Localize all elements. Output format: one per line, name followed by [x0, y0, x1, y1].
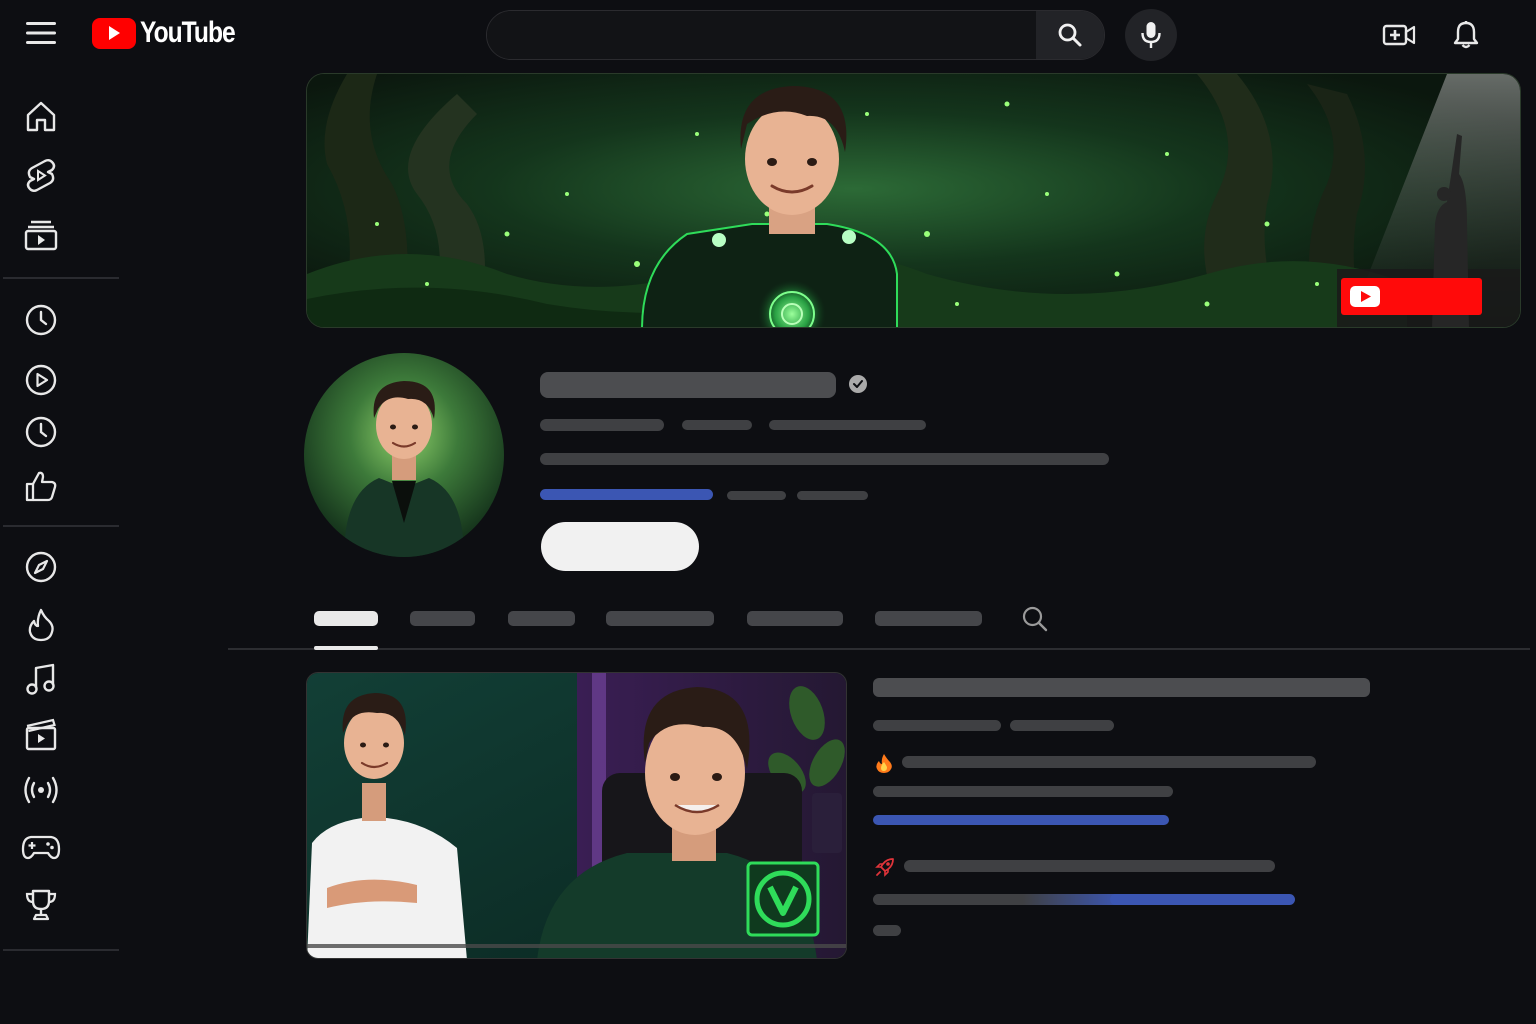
- avatar-art: [304, 353, 504, 557]
- tab-home[interactable]: [314, 611, 378, 626]
- sidebar-divider: [3, 277, 119, 279]
- banner-art: [307, 74, 1520, 327]
- gaming-icon: [21, 835, 61, 860]
- live-icon: [24, 776, 58, 804]
- create-video-icon: [1382, 24, 1416, 46]
- channel-name-placeholder: [540, 372, 836, 398]
- sidebar-item-watch-later[interactable]: [14, 410, 68, 454]
- menu-button[interactable]: [22, 16, 60, 50]
- tabs-divider: [228, 648, 1530, 650]
- read-more-placeholder[interactable]: [873, 925, 901, 936]
- sidebar-item-home[interactable]: [14, 94, 68, 138]
- sidebar-item-shorts[interactable]: [14, 154, 68, 198]
- sidebar-item-your-videos[interactable]: [14, 358, 68, 402]
- subscriptions-icon: [24, 220, 58, 251]
- sidebar-item-sports[interactable]: [14, 883, 68, 927]
- sidebar-item-movies[interactable]: [14, 712, 68, 756]
- sidebar-item-trending[interactable]: [14, 603, 68, 647]
- channel-link-placeholder[interactable]: [540, 489, 713, 500]
- search-button[interactable]: [1036, 11, 1104, 59]
- description-link-placeholder[interactable]: [1110, 894, 1295, 905]
- your-videos-icon: [25, 364, 57, 396]
- trending-icon: [28, 608, 54, 642]
- verified-check-icon: [853, 380, 863, 388]
- more-links-placeholder: [797, 491, 868, 500]
- youtube-logo-icon: [92, 17, 136, 49]
- tab-playlists[interactable]: [747, 611, 843, 626]
- movies-icon: [25, 718, 57, 751]
- top-bar: YouTube: [0, 0, 1536, 68]
- sidebar-divider: [3, 949, 119, 951]
- youtube-logo[interactable]: YouTube: [92, 16, 255, 50]
- sidebar-divider: [3, 525, 119, 527]
- fire-emoji: 🔥: [873, 752, 895, 774]
- logo-text: YouTube: [140, 16, 236, 49]
- music-icon: [26, 663, 55, 695]
- fire-icon: [876, 754, 892, 773]
- channel-description-placeholder[interactable]: [540, 453, 1109, 465]
- explore-icon: [25, 551, 57, 583]
- search-icon: [1022, 606, 1048, 632]
- subscribe-button[interactable]: [541, 522, 699, 571]
- description-link-placeholder[interactable]: [873, 815, 1169, 825]
- description-line-placeholder: [902, 756, 1316, 768]
- trophy-icon: [25, 889, 57, 921]
- description-line-placeholder: [873, 894, 1123, 905]
- description-line-placeholder: [904, 860, 1275, 872]
- notifications-button[interactable]: [1445, 14, 1487, 56]
- rocket-emoji: 🚀: [873, 855, 897, 879]
- search-input[interactable]: [487, 11, 1037, 59]
- active-tab-indicator: [314, 646, 378, 650]
- video-count-placeholder: [769, 420, 926, 430]
- subscriber-count-placeholder: [682, 420, 752, 430]
- thumbnail-art: [307, 673, 846, 958]
- voice-search-button[interactable]: [1125, 9, 1177, 61]
- microphone-icon: [1141, 22, 1161, 48]
- watch-later-icon: [25, 416, 57, 448]
- history-icon: [25, 304, 57, 336]
- channel-banner: [306, 73, 1521, 328]
- create-button[interactable]: [1378, 14, 1420, 56]
- video-views-placeholder: [873, 720, 1001, 731]
- verified-badge: [849, 375, 867, 393]
- video-title-placeholder[interactable]: [873, 678, 1370, 697]
- description-line-placeholder: [873, 786, 1173, 797]
- tab-videos[interactable]: [410, 611, 475, 626]
- tab-shorts[interactable]: [508, 611, 575, 626]
- liked-videos-icon: [25, 471, 57, 502]
- sidebar-item-liked-videos[interactable]: [14, 464, 68, 508]
- video-date-placeholder: [1010, 720, 1114, 731]
- more-links-placeholder: [727, 491, 786, 500]
- tab-community[interactable]: [875, 611, 982, 626]
- rocket-icon: [875, 858, 894, 877]
- sidebar: [0, 68, 122, 1024]
- menu-icon: [26, 22, 56, 44]
- search-box: [486, 10, 1105, 60]
- tab-live[interactable]: [606, 611, 714, 626]
- featured-video-thumbnail[interactable]: [306, 672, 847, 959]
- shorts-icon: [26, 159, 56, 192]
- sidebar-item-explore[interactable]: [14, 545, 68, 589]
- bell-icon: [1453, 21, 1479, 49]
- channel-handle-placeholder: [540, 419, 664, 431]
- sidebar-item-history[interactable]: [14, 298, 68, 342]
- sidebar-item-live[interactable]: [14, 768, 68, 812]
- channel-avatar[interactable]: [304, 353, 504, 557]
- search-icon: [1058, 23, 1082, 47]
- sidebar-item-gaming[interactable]: [14, 825, 68, 869]
- sidebar-item-subscriptions[interactable]: [14, 213, 68, 257]
- sidebar-item-music[interactable]: [14, 657, 68, 701]
- tab-search-button[interactable]: [1018, 603, 1052, 635]
- home-icon: [26, 101, 56, 132]
